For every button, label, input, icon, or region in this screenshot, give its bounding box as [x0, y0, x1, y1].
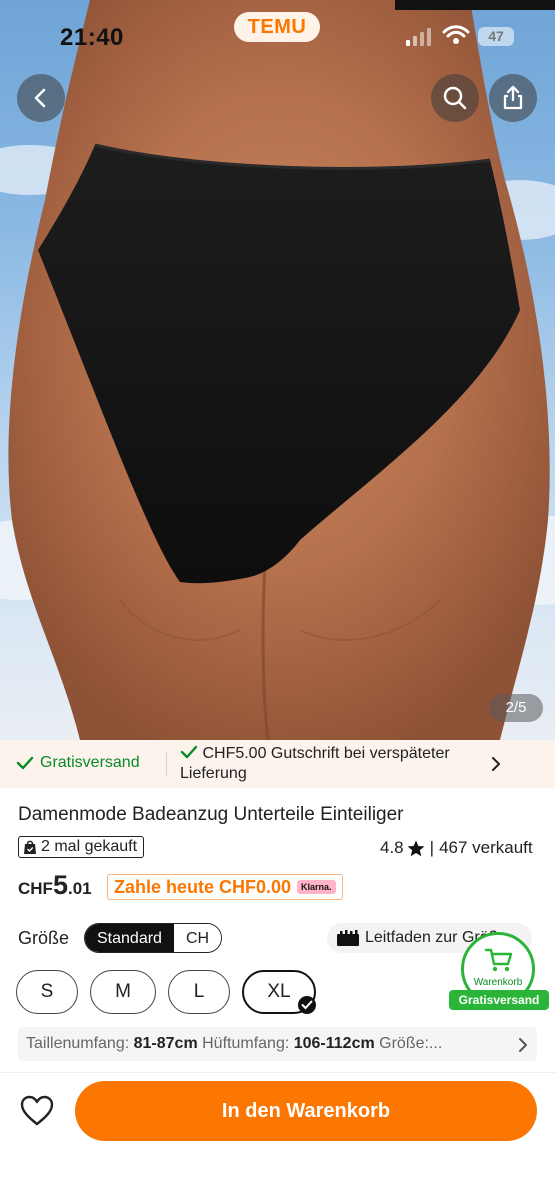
sold-count: 467 verkauft: [439, 838, 533, 857]
pay-today-badge[interactable]: Zahle heute CHF0.00 Klarna.: [107, 874, 343, 900]
battery-indicator: 47: [478, 27, 514, 46]
pay-today-text: Zahle heute CHF0.00: [114, 876, 292, 897]
share-icon: [503, 85, 523, 110]
size-option-m[interactable]: M: [90, 970, 156, 1014]
price-whole: 5: [52, 870, 68, 900]
ch-option[interactable]: CH: [173, 924, 222, 952]
price-decimal: .01: [67, 879, 92, 898]
product-image-gallery[interactable]: 21:40 TEMU 47 2/5: [0, 0, 555, 740]
credit-line-2: Lieferung: [180, 765, 247, 782]
search-button[interactable]: [431, 74, 479, 122]
cart-icon: [484, 948, 513, 972]
free-shipping-label: Gratisversand: [16, 754, 140, 772]
check-icon: [180, 745, 198, 759]
rating-summary[interactable]: 4.8 | 467 verkauft: [380, 838, 533, 858]
size-label: Größe: [18, 928, 70, 948]
app-name-pill: TEMU: [234, 12, 320, 42]
cart-label: Warenkorb: [473, 977, 523, 988]
heart-icon[interactable]: [20, 1095, 54, 1127]
wifi-icon: [442, 25, 470, 44]
standard-option[interactable]: Standard: [85, 924, 174, 952]
free-shipping-text: Gratisversand: [40, 754, 140, 771]
price: CHF 5 .01: [18, 870, 92, 901]
status-bar: 21:40 TEMU 47: [0, 0, 555, 70]
bought-count-badge: 2 mal gekauft: [18, 836, 145, 858]
floating-cart[interactable]: Warenkorb Gratisversand: [449, 932, 549, 1012]
cart-free-shipping-banner: Gratisversand: [449, 990, 549, 1010]
size-standard-toggle[interactable]: Standard CH: [84, 923, 223, 953]
selected-check: [298, 996, 316, 1014]
signal-icon: [406, 28, 431, 46]
check-icon: [16, 756, 34, 770]
size-more-label: Größe:...: [379, 1035, 443, 1052]
bag-icon: [24, 840, 36, 854]
size-option-s[interactable]: S: [16, 970, 78, 1014]
waist-label: Taillenumfang:: [26, 1035, 130, 1052]
measurements-row[interactable]: Taillenumfang: 81-87cm Hüftumfang: 106-1…: [18, 1027, 537, 1061]
back-button[interactable]: [17, 74, 65, 122]
rating-separator: |: [429, 838, 435, 857]
size-option-l[interactable]: L: [168, 970, 230, 1014]
product-title: Damenmode Badeanzug Unterteile Einteilig…: [18, 804, 404, 825]
late-delivery-credit: CHF5.00 Gutschrift bei verspäteter Liefe…: [180, 744, 490, 784]
ruler-icon: [337, 930, 359, 946]
rating-value: 4.8: [380, 838, 404, 857]
size-option-xl[interactable]: XL: [242, 970, 316, 1014]
shipping-info-bar[interactable]: Gratisversand CHF5.00 Gutschrift bei ver…: [0, 740, 555, 788]
chevron-right-icon: [519, 1038, 527, 1052]
size-option-xl-label: XL: [267, 981, 291, 1002]
chevron-left-icon: [34, 88, 46, 108]
status-time: 21:40: [60, 24, 124, 51]
check-icon: [301, 1000, 313, 1010]
waist-value: 81-87cm: [133, 1035, 198, 1052]
share-button[interactable]: [489, 74, 537, 122]
hip-value: 106-112cm: [293, 1035, 375, 1052]
add-to-cart-button[interactable]: In den Warenkorb: [75, 1081, 537, 1141]
price-currency: CHF: [18, 879, 53, 898]
klarna-logo: Klarna.: [297, 880, 336, 894]
bottom-divider: [0, 1072, 555, 1073]
search-icon: [443, 86, 467, 110]
chevron-right-icon: [492, 757, 500, 771]
image-counter: 2/5: [489, 694, 543, 722]
shipping-divider: [166, 752, 167, 776]
bought-count-text: 2 mal gekauft: [41, 838, 138, 855]
star-icon: [407, 840, 425, 856]
credit-line-1: CHF5.00 Gutschrift bei verspäteter: [202, 745, 450, 762]
hip-label: Hüftumfang:: [202, 1035, 290, 1052]
